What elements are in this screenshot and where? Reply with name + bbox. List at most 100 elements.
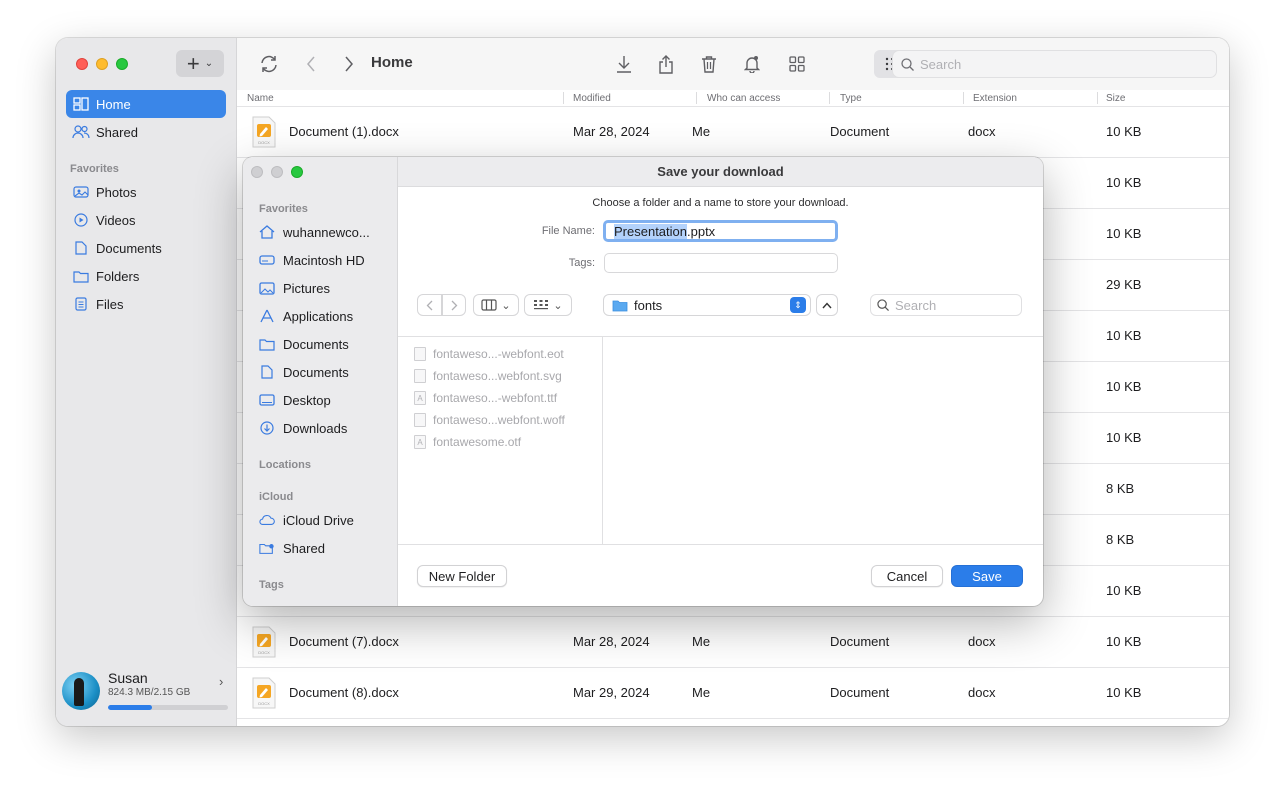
user-account[interactable]: Susan 824.3 MB/2.15 GB ›: [56, 666, 237, 716]
sidebar-item-documents[interactable]: Documents: [66, 234, 226, 262]
collapse-button[interactable]: [816, 294, 838, 316]
sidebar: + ⌄ Home Shared Favorites Photos Videos …: [56, 38, 237, 726]
file-name-label: File Name:: [541, 225, 595, 237]
table-row[interactable]: DOCX Document (1).docx Mar 28, 2024 Me Docum…: [237, 107, 1229, 158]
sidebar-item-shared[interactable]: Shared: [66, 118, 226, 146]
dialog-search-input[interactable]: Search: [870, 294, 1022, 316]
file-item[interactable]: fontaweso...webfont.svg: [414, 367, 562, 385]
file-modified: Mar 28, 2024: [573, 634, 650, 649]
cloud-icon: [259, 512, 275, 528]
sidebar-item-videos[interactable]: Videos: [66, 206, 226, 234]
back-icon[interactable]: [298, 52, 324, 76]
table-row[interactable]: DOCX Document (7).docx Mar 28, 2024 Me Docum…: [237, 617, 1229, 668]
font-file-icon: A: [414, 391, 426, 405]
file-access: Me: [692, 124, 711, 139]
up-down-chevron-icon: ⇕: [790, 297, 806, 313]
dialog-back-button[interactable]: [417, 294, 442, 316]
file-size: 10 KB: [1106, 634, 1142, 649]
forward-icon[interactable]: [336, 52, 362, 76]
dialog-item-label: Pictures: [283, 280, 330, 296]
download-icon: [259, 420, 275, 436]
table-row[interactable]: DOCX Document (8).docx Mar 29, 2024 Me Docum…: [237, 668, 1229, 719]
file-name-extension: .pptx: [687, 223, 716, 239]
bell-icon[interactable]: [739, 52, 765, 76]
column-name[interactable]: Name: [247, 93, 274, 104]
dialog-item-pictures[interactable]: Pictures: [259, 277, 394, 299]
file-item-label: fontaweso...-webfont.ttf: [433, 391, 558, 405]
cancel-button[interactable]: Cancel: [871, 565, 943, 587]
dialog-item-icloud-shared[interactable]: Shared: [259, 537, 394, 559]
dialog-item-applications[interactable]: Applications: [259, 305, 394, 327]
table-header: Name Modified Who can access Type Extens…: [237, 90, 1229, 107]
dialog-title: Save your download: [657, 164, 784, 179]
file-item[interactable]: Afontaweso...-webfont.ttf: [414, 389, 557, 407]
sidebar-item-files[interactable]: Files: [66, 290, 226, 318]
file-icon: [72, 295, 90, 313]
storage-bar: [108, 705, 228, 710]
file-item[interactable]: fontaweso...-webfont.eot: [414, 345, 564, 363]
dialog-sidebar: Favorites wuhannewco... Macintosh HD Pic…: [243, 157, 398, 606]
sidebar-item-photos[interactable]: Photos: [66, 178, 226, 206]
photos-icon: [72, 183, 90, 201]
column-access[interactable]: Who can access: [707, 93, 780, 104]
file-size: 10 KB: [1106, 226, 1142, 241]
new-folder-button[interactable]: New Folder: [417, 565, 507, 587]
dialog-item-downloads[interactable]: Downloads: [259, 417, 394, 439]
home-icon: [72, 95, 90, 113]
tags-field[interactable]: [604, 253, 838, 273]
photo-icon: [259, 280, 275, 296]
add-button[interactable]: + ⌄: [176, 50, 224, 77]
dialog-item-icloud-drive[interactable]: iCloud Drive: [259, 509, 394, 531]
dialog-minimize-button[interactable]: [271, 166, 283, 178]
file-item[interactable]: Afontawesome.otf: [414, 433, 521, 451]
dialog-zoom-button[interactable]: [291, 166, 303, 178]
dialog-item-home[interactable]: wuhannewco...: [259, 221, 394, 243]
dialog-item-label: Documents: [283, 364, 349, 380]
zoom-window-button[interactable]: [116, 58, 128, 70]
trash-icon[interactable]: [696, 52, 722, 76]
apps-icon: [259, 308, 275, 324]
grid-view-icon[interactable]: [784, 52, 810, 76]
people-icon: [72, 123, 90, 141]
dialog-item-macintosh-hd[interactable]: Macintosh HD: [259, 249, 394, 271]
docx-file-icon: DOCX: [252, 626, 276, 658]
file-item[interactable]: fontaweso...webfont.woff: [414, 411, 565, 429]
column-view-button[interactable]: ⌄: [473, 294, 519, 316]
dialog-item-documents[interactable]: Documents: [259, 361, 394, 383]
save-button[interactable]: Save: [951, 565, 1023, 587]
sidebar-item-folders[interactable]: Folders: [66, 262, 226, 290]
download-icon[interactable]: [611, 52, 637, 76]
chevron-left-icon: [426, 300, 433, 310]
file-extension: docx: [968, 634, 996, 649]
dialog-forward-button[interactable]: [442, 294, 466, 316]
sidebar-item-home[interactable]: Home: [66, 90, 226, 118]
file-item-label: fontaweso...-webfont.eot: [433, 347, 564, 361]
minimize-window-button[interactable]: [96, 58, 108, 70]
column-size[interactable]: Size: [1106, 93, 1125, 104]
file-icon: [414, 347, 426, 361]
dialog-item-desktop[interactable]: Desktop: [259, 389, 394, 411]
dialog-item-label: Downloads: [283, 420, 348, 436]
dialog-close-button[interactable]: [251, 166, 263, 178]
file-size: 10 KB: [1106, 430, 1142, 445]
file-name-field[interactable]: Presentation .pptx: [603, 220, 838, 242]
file-size: 10 KB: [1106, 685, 1142, 700]
file-name: Document (7).docx: [289, 634, 399, 649]
file-name-selected-text: Presentation: [614, 223, 687, 239]
dialog-item-label: Desktop: [283, 392, 331, 408]
location-popup[interactable]: fonts ⇕: [603, 294, 811, 316]
search-input[interactable]: Search: [892, 50, 1217, 78]
location-name: fonts: [634, 297, 663, 313]
dialog-item-documents-folder[interactable]: Documents: [259, 333, 394, 355]
group-view-button[interactable]: ⌄: [524, 294, 572, 316]
column-extension[interactable]: Extension: [973, 93, 1017, 104]
share-icon[interactable]: [653, 52, 679, 76]
save-dialog: Favorites wuhannewco... Macintosh HD Pic…: [243, 157, 1043, 606]
column-modified[interactable]: Modified: [573, 93, 611, 104]
refresh-icon[interactable]: [256, 52, 282, 76]
file-icon: [414, 413, 426, 427]
play-icon: [72, 211, 90, 229]
close-window-button[interactable]: [76, 58, 88, 70]
column-type[interactable]: Type: [840, 93, 862, 104]
file-item-label: fontawesome.otf: [433, 435, 522, 449]
